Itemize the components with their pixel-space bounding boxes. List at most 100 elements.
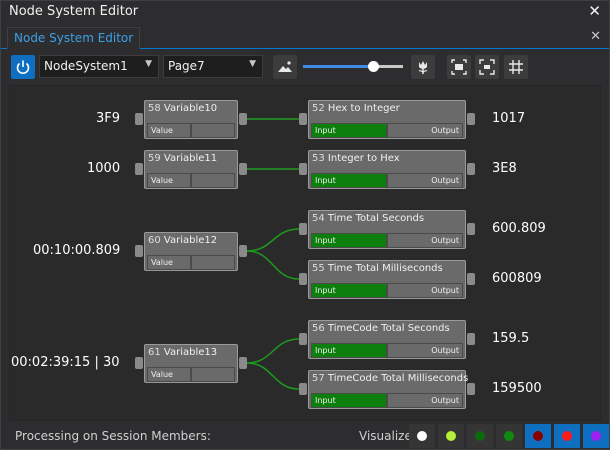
page-value: Page7 — [168, 59, 205, 73]
node-input-port[interactable] — [299, 333, 307, 345]
visualize-color-button[interactable] — [554, 424, 580, 448]
node-output-port[interactable] — [467, 223, 475, 235]
node-slot-output — [191, 367, 235, 382]
window-close-icon[interactable]: ✕ — [588, 2, 601, 20]
node-54[interactable]: 54 Time Total Seconds Input Output — [308, 210, 466, 249]
node-slot-output: Output — [387, 343, 463, 358]
tab-close-icon[interactable]: ✕ — [590, 29, 601, 44]
node-name: Time Total Seconds — [327, 213, 425, 224]
chevron-down-icon: ▼ — [145, 59, 152, 69]
node-id: 55 — [312, 263, 325, 274]
tab-node-system-editor[interactable]: Node System Editor — [7, 27, 141, 49]
color-dot — [446, 431, 456, 441]
node-input-port[interactable] — [299, 273, 307, 285]
node-title: 55 Time Total Milliseconds — [312, 263, 443, 274]
node-name: Variable11 — [163, 153, 218, 164]
wire-60-55 — [246, 250, 300, 280]
wire-60-54 — [246, 228, 300, 252]
visualize-color-button[interactable] — [438, 424, 464, 448]
node-input-port[interactable] — [299, 163, 307, 175]
node-output-port[interactable] — [239, 357, 247, 369]
node-slot-output: Output — [387, 393, 463, 408]
node-canvas[interactable]: 58 Variable10 Value 3F9 52 Hex to Integer In… — [9, 85, 601, 421]
node-output-port[interactable] — [467, 113, 475, 125]
node-input-port[interactable] — [135, 113, 143, 125]
visualize-color-button[interactable] — [525, 424, 551, 448]
node-56[interactable]: 56 TimeCode Total Seconds Input Output — [308, 320, 466, 359]
visualize-label: Visualize: — [359, 429, 416, 443]
node-id: 59 — [148, 153, 161, 164]
node-59[interactable]: 59 Variable11 Value — [144, 150, 238, 189]
node-53[interactable]: 53 Integer to Hex Input Output — [308, 150, 466, 189]
node-input-port[interactable] — [135, 357, 143, 369]
visualize-color-button[interactable] — [583, 424, 609, 448]
node-slot-input: Input — [311, 393, 387, 408]
node-input-port[interactable] — [299, 113, 307, 125]
node-id: 53 — [312, 153, 325, 164]
tulip-icon — [418, 61, 428, 74]
node-input-port[interactable] — [135, 245, 143, 257]
node-name: Variable10 — [163, 103, 218, 114]
input-value-label: 1000 — [87, 161, 121, 176]
node-input-port[interactable] — [135, 163, 143, 175]
slider-thumb[interactable] — [368, 61, 379, 72]
color-dot — [417, 431, 427, 441]
node-slot-output: Output — [387, 173, 463, 188]
node-input-port[interactable] — [299, 383, 307, 395]
node-52[interactable]: 52 Hex to Integer Input Output — [308, 100, 466, 139]
node-id: 52 — [312, 103, 325, 114]
page-select[interactable]: Page7 ▼ — [163, 55, 263, 78]
fit-selection-button[interactable] — [447, 55, 471, 79]
node-slot-output: Output — [387, 123, 463, 138]
node-id: 61 — [148, 347, 161, 358]
node-61[interactable]: 61 Variable13 Value — [144, 344, 238, 383]
node-slot-input: Value — [147, 123, 191, 138]
node-slot-input: Input — [311, 233, 387, 248]
node-60[interactable]: 60 Variable12 Value — [144, 232, 238, 271]
output-value-label: 3E8 — [492, 161, 517, 176]
node-system-select[interactable]: NodeSystem1 ▼ — [39, 55, 159, 78]
input-value-label: 00:02:39:15 | 30 — [11, 355, 120, 370]
fit-all-button[interactable] — [475, 55, 499, 79]
tab-label: Node System Editor — [14, 31, 134, 45]
node-name: Hex to Integer — [327, 103, 400, 114]
color-dot — [475, 431, 485, 441]
node-slot-output: Output — [387, 233, 463, 248]
power-icon — [16, 60, 30, 75]
node-id: 57 — [312, 373, 325, 384]
node-name: TimeCode Total Milliseconds — [327, 373, 469, 384]
wire-61-57 — [246, 362, 300, 390]
node-output-port[interactable] — [467, 273, 475, 285]
visualize-color-button[interactable] — [467, 424, 493, 448]
node-name: TimeCode Total Seconds — [327, 323, 450, 334]
background-image-button[interactable] — [273, 55, 297, 79]
node-title: 52 Hex to Integer — [312, 103, 400, 114]
node-slot-input: Value — [147, 255, 191, 270]
node-output-port[interactable] — [467, 333, 475, 345]
visualize-color-button[interactable] — [496, 424, 522, 448]
grid-toggle-button[interactable] — [504, 55, 528, 79]
node-55[interactable]: 55 Time Total Milliseconds Input Output — [308, 260, 466, 299]
node-57[interactable]: 57 TimeCode Total Milliseconds Input Outpu… — [308, 370, 469, 409]
node-58[interactable]: 58 Variable10 Value — [144, 100, 238, 139]
zoom-slider[interactable] — [303, 59, 403, 73]
node-slot-output — [191, 255, 235, 270]
color-dot — [504, 431, 514, 441]
node-output-port[interactable] — [467, 383, 475, 395]
node-slot-output: Output — [387, 283, 463, 298]
node-input-port[interactable] — [299, 223, 307, 235]
node-name: Time Total Milliseconds — [327, 263, 443, 274]
visualize-color-button[interactable] — [409, 424, 435, 448]
node-slot-output — [191, 123, 235, 138]
node-output-port[interactable] — [239, 245, 247, 257]
image-icon — [278, 61, 292, 72]
node-output-port[interactable] — [239, 163, 247, 175]
node-output-port[interactable] — [467, 163, 475, 175]
power-button[interactable] — [11, 55, 35, 79]
grid-icon — [509, 60, 523, 74]
node-slot-input: Input — [311, 343, 387, 358]
tulip-button[interactable] — [411, 55, 435, 79]
wire-61-56 — [246, 338, 300, 364]
node-output-port[interactable] — [239, 113, 247, 125]
node-title: 53 Integer to Hex — [312, 153, 400, 164]
